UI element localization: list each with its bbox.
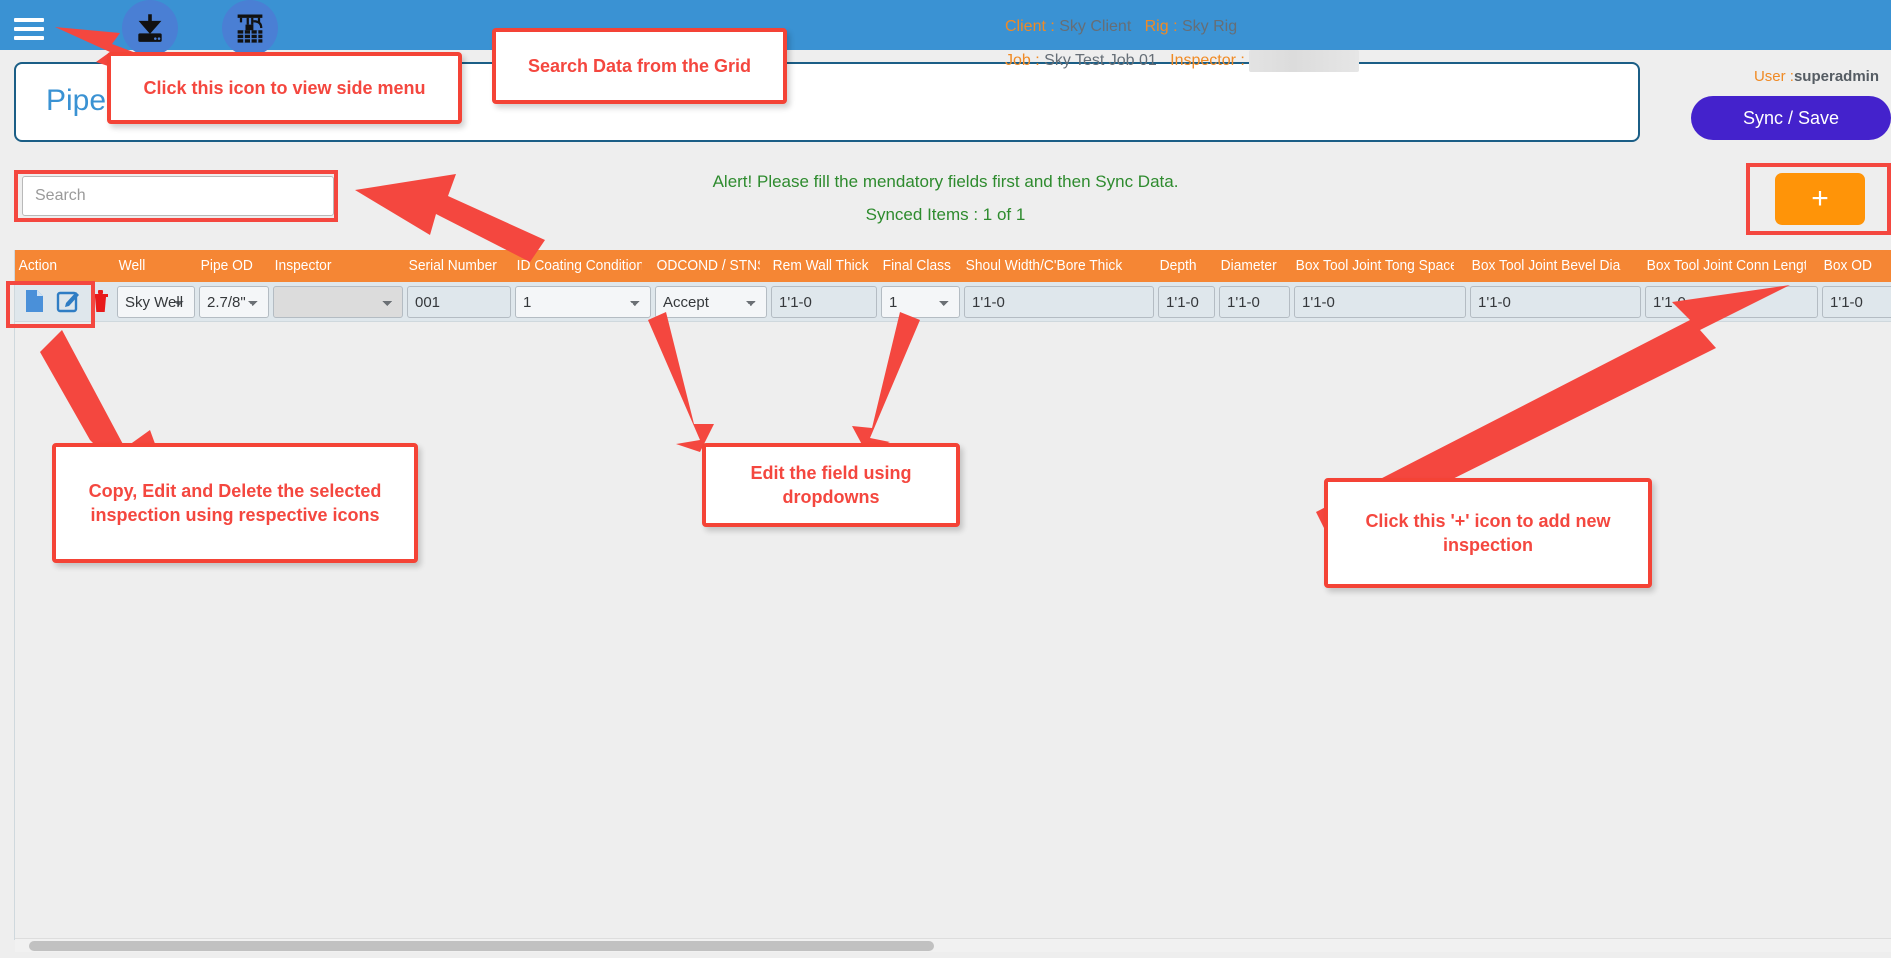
inspector-value-redacted (1249, 49, 1360, 72)
callout-add: Click this '+' icon to add new inspectio… (1324, 478, 1652, 588)
cell-inspector (271, 282, 405, 322)
scrollbar-thumb[interactable] (29, 941, 934, 951)
callout-menu: Click this icon to view side menu (107, 52, 462, 124)
field-depth[interactable] (1158, 286, 1215, 318)
cell-serial-number (405, 282, 513, 322)
cell-shoul-width-c-bore-thick (962, 282, 1156, 322)
job-value: Sky Test Job 01 (1044, 52, 1157, 69)
column-header-odcond-stns[interactable]: ODCOND / STNS (653, 250, 760, 282)
user-label: User : (1753, 68, 1794, 85)
cell-box-tool-joint-tong-space (1292, 282, 1468, 322)
cell-well: Sky Well (115, 282, 197, 322)
column-header-pipe-od[interactable]: Pipe OD (197, 250, 265, 282)
cell-box-tool-joint-bevel-dia (1468, 282, 1643, 322)
column-header-box-tool-joint-bevel-dia[interactable]: Box Tool Joint Bevel Dia (1468, 250, 1629, 282)
field-final-class[interactable]: 1 (881, 286, 960, 318)
download-icon[interactable] (122, 0, 178, 56)
field-id-coating-condition[interactable]: 1 (515, 286, 651, 318)
copy-icon[interactable] (23, 288, 49, 316)
rig-label: Rig : (1144, 18, 1178, 35)
column-header-box-tool-joint-conn-length[interactable]: Box Tool Joint Conn Length (1643, 250, 1806, 282)
field-shoul-width-c-bore-thick[interactable] (964, 286, 1154, 318)
sync-save-button[interactable]: Sync / Save (1691, 96, 1891, 140)
meta-line-job: Job : Sky Test Job 01 Inspector : (1005, 44, 1360, 78)
cell-pipe-od: 2.7/8" (197, 282, 271, 322)
field-diameter[interactable] (1219, 286, 1290, 318)
field-box-tool-joint-bevel-dia[interactable] (1470, 286, 1641, 318)
callout-dropdowns: Edit the field using dropdowns (702, 443, 960, 527)
user-name: superadmin (1793, 68, 1879, 85)
cell-final-class: 1 (879, 282, 962, 322)
job-meta-info: Client : Sky Client Rig : Sky Rig Job : … (1005, 10, 1360, 78)
cell-id-coating-condition: 1 (513, 282, 653, 322)
column-header-well[interactable]: Well (115, 250, 190, 282)
grid-header-row: Action Well Pipe OD Inspector Serial Number I… (15, 250, 1891, 282)
column-header-rem-wall-thick[interactable]: Rem Wall Thick (769, 250, 870, 282)
field-box-tool-joint-conn-length[interactable] (1645, 286, 1818, 318)
cell-box-tool-joint-conn-length (1643, 282, 1820, 322)
rig-value: Sky Rig (1181, 18, 1238, 35)
inspector-label: Inspector : (1170, 52, 1245, 69)
cell-odcond-stns: Accept (653, 282, 769, 322)
hamburger-bar (14, 27, 44, 31)
field-pipe-od[interactable]: 2.7/8" (199, 286, 269, 318)
column-header-inspector[interactable]: Inspector (271, 250, 394, 282)
oil-rig-icon[interactable] (222, 0, 278, 56)
column-header-depth[interactable]: Depth (1156, 250, 1212, 282)
oil-rig-glyph (237, 14, 263, 43)
client-value: Sky Client (1059, 18, 1132, 35)
cell-depth (1156, 282, 1217, 322)
field-serial-number[interactable] (407, 286, 511, 318)
field-rem-wall-thick[interactable] (771, 286, 877, 318)
field-box-od[interactable] (1822, 286, 1891, 318)
meta-line-client: Client : Sky Client Rig : Sky Rig (1005, 10, 1359, 44)
field-well[interactable]: Sky Well (117, 286, 195, 318)
top-app-bar (0, 0, 1891, 56)
column-header-box-od[interactable]: Box OD (1820, 250, 1891, 282)
hamburger-menu-icon[interactable] (12, 10, 46, 40)
column-header-action[interactable]: Action (15, 250, 107, 282)
search-box (22, 176, 334, 216)
add-inspection-button[interactable]: + (1775, 173, 1865, 225)
table-row: Sky Well2.7/8"1Accept1 (15, 282, 1891, 322)
cell-rem-wall-thick (769, 282, 879, 322)
row-action-cell (15, 282, 115, 322)
column-header-serial-number[interactable]: Serial Number (405, 250, 504, 282)
column-header-diameter[interactable]: Diameter (1217, 250, 1286, 282)
callout-actions: Copy, Edit and Delete the selected inspe… (52, 443, 418, 563)
field-odcond-stns[interactable]: Accept (655, 286, 767, 318)
delete-icon[interactable] (89, 288, 115, 316)
cell-box-od (1820, 282, 1891, 322)
column-header-shoul-width-c-bore-thick[interactable]: Shoul Width/C'Bore Thick (962, 250, 1140, 282)
column-header-box-tool-joint-tong-space[interactable]: Box Tool Joint Tong Space (1292, 250, 1454, 282)
horizontal-scrollbar[interactable] (15, 938, 1891, 952)
client-label: Client : (1005, 18, 1055, 35)
user-info: User :superadmin (1754, 68, 1879, 85)
callout-search: Search Data from the Grid (492, 28, 787, 104)
job-label: Job : (1005, 52, 1040, 69)
field-inspector[interactable] (273, 286, 403, 318)
edit-icon[interactable] (56, 288, 82, 316)
column-header-id-coating-condition[interactable]: ID Coating Condition (513, 250, 642, 282)
hamburger-bar (14, 18, 44, 22)
inspection-grid: Action Well Pipe OD Inspector Serial Number I… (14, 250, 1891, 940)
field-box-tool-joint-tong-space[interactable] (1294, 286, 1466, 318)
cell-diameter (1217, 282, 1292, 322)
column-header-final-class[interactable]: Final Class (879, 250, 955, 282)
download-glyph (138, 14, 162, 42)
search-input[interactable] (22, 176, 334, 216)
hamburger-bar (14, 36, 44, 40)
